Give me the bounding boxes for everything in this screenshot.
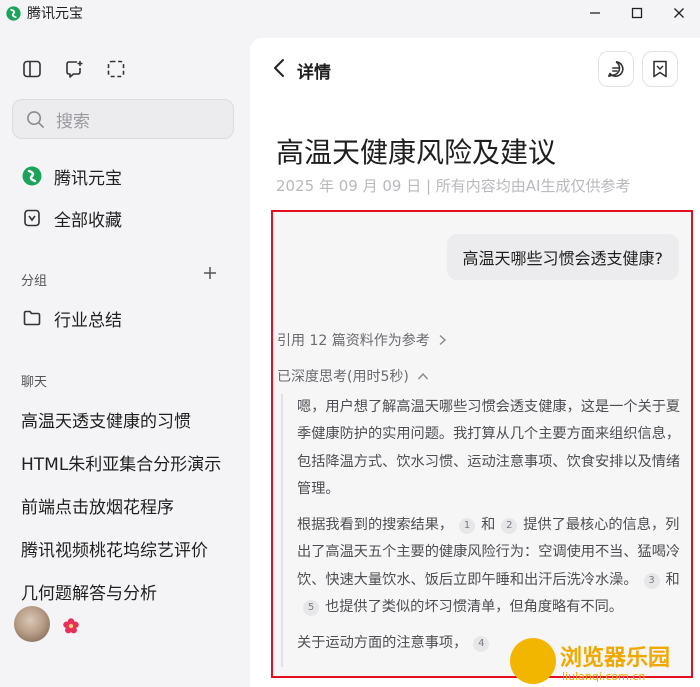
new-chat-button[interactable] — [63, 58, 85, 80]
citation-badge[interactable]: 4 — [473, 636, 490, 653]
maximize-button[interactable] — [616, 0, 658, 26]
thinking-paragraph: 嗯，用户想了解高温天哪些习惯会透支健康，这是一个关于夏季健康防护的实用问题。我打… — [297, 399, 681, 497]
watermark-text: 浏览器乐园 — [560, 646, 671, 671]
text-segment: 和 — [665, 571, 680, 588]
citation-badge[interactable]: 3 — [643, 572, 660, 589]
thinking-paragraph: 根据我看到的搜索结果， 1 和 2 提供了最核心的信息，列出了高温天五个主要的健康风险行… — [297, 512, 685, 621]
bookmark-icon — [21, 207, 43, 229]
new-chat-icon — [66, 61, 83, 78]
document-meta: 2025 年 09 月 09 日 | 所有内容均由AI生成仅供参考 — [276, 177, 631, 195]
text-segment: 也提供了类似的坏习惯清单，但角度略有不同。 — [325, 599, 623, 616]
sidebar-panel-icon — [23, 60, 41, 78]
search-placeholder: 搜索 — [56, 111, 90, 132]
chat-item[interactable]: 几何题解答与分析 — [21, 579, 157, 604]
title-bar: 腾讯元宝 — [0, 0, 700, 26]
screenshot-button[interactable] — [105, 58, 127, 80]
dashed-frame-icon — [107, 60, 125, 78]
user-message-text: 高温天哪些习惯会透支健康? — [462, 249, 664, 268]
back-icon[interactable] — [272, 58, 286, 78]
citation-badge[interactable]: 5 — [303, 600, 319, 617]
text-segment: 和 — [481, 517, 496, 534]
document-title: 高温天健康风险及建议 — [276, 136, 557, 169]
bookmark-button[interactable] — [642, 51, 678, 87]
text-segment: 关于运动方面的注意事项， — [297, 635, 468, 652]
nav-item-label: 全部收藏 — [54, 210, 122, 231]
group-item[interactable]: 行业总结 — [21, 304, 122, 332]
yuanbao-logo-icon — [6, 5, 21, 21]
page-title: 详情 — [297, 63, 331, 83]
close-icon — [674, 8, 684, 18]
bookmark-add-icon — [653, 60, 667, 78]
citation-badge[interactable]: 1 — [459, 518, 476, 535]
user-message: 高温天哪些习惯会透支健康? — [446, 234, 679, 280]
references-label: 引用 12 篇资料作为参考 — [277, 333, 430, 349]
chat-item[interactable]: 前端点击放烟花程序 — [21, 493, 174, 518]
minimize-button[interactable] — [574, 0, 616, 26]
app-title: 腾讯元宝 — [27, 6, 83, 22]
comment-icon — [608, 61, 624, 77]
watermark-logo — [510, 638, 556, 684]
thinking-content: 嗯，用户想了解高温天哪些习惯会透支健康，这是一个关于夏季健康防护的实用问题。我打… — [281, 394, 685, 667]
search-icon — [27, 110, 44, 128]
close-button[interactable] — [658, 0, 700, 26]
chats-header: 聊天 — [21, 375, 48, 390]
nav-item-yuanbao[interactable]: 腾讯元宝 — [21, 162, 122, 190]
groups-header: 分组 — [21, 274, 48, 289]
avatar[interactable] — [14, 606, 50, 642]
minimize-icon — [590, 12, 600, 14]
thinking-label: 已深度思考(用时5秒) — [277, 369, 409, 385]
sidebar: 搜索 腾讯元宝 全部收藏 分组 行业总结 聊天 高温天透支健康的习惯 HTML朱… — [0, 26, 250, 687]
watermark-subtext: liulanqi.com.cn — [562, 670, 646, 683]
references-toggle[interactable]: 引用 12 篇资料作为参考 — [277, 330, 447, 350]
comment-button[interactable] — [598, 51, 634, 87]
sidebar-toolbar — [21, 58, 127, 80]
chat-item[interactable]: 高温天透支健康的习惯 — [21, 407, 191, 432]
flower-icon — [63, 618, 79, 634]
chevron-up-icon — [417, 372, 428, 379]
search-box[interactable]: 搜索 — [12, 99, 234, 139]
chevron-right-icon — [439, 334, 446, 346]
text-segment: 根据我看到的搜索结果， — [297, 517, 454, 534]
citation-badge[interactable]: 2 — [501, 518, 518, 535]
nav-item-favorites[interactable]: 全部收藏 — [21, 204, 122, 232]
maximize-icon — [631, 7, 643, 19]
folder-icon — [21, 307, 43, 329]
conversation-highlight: 高温天哪些习惯会透支健康? 引用 12 篇资料作为参考 已深度思考(用时5秒) … — [271, 210, 693, 678]
add-group-icon[interactable] — [203, 266, 217, 280]
watermark: 浏览器乐园 liulanqi.com.cn — [510, 636, 700, 687]
thinking-toggle[interactable]: 已深度思考(用时5秒) — [277, 366, 429, 386]
group-item-label: 行业总结 — [54, 310, 122, 331]
toggle-sidebar-button[interactable] — [21, 58, 43, 80]
chat-item[interactable]: HTML朱利亚集合分形演示 — [21, 450, 221, 475]
nav-item-label: 腾讯元宝 — [54, 168, 122, 189]
chat-item[interactable]: 腾讯视频桃花坞综艺评价 — [21, 536, 208, 561]
yuanbao-logo-icon — [21, 165, 43, 187]
